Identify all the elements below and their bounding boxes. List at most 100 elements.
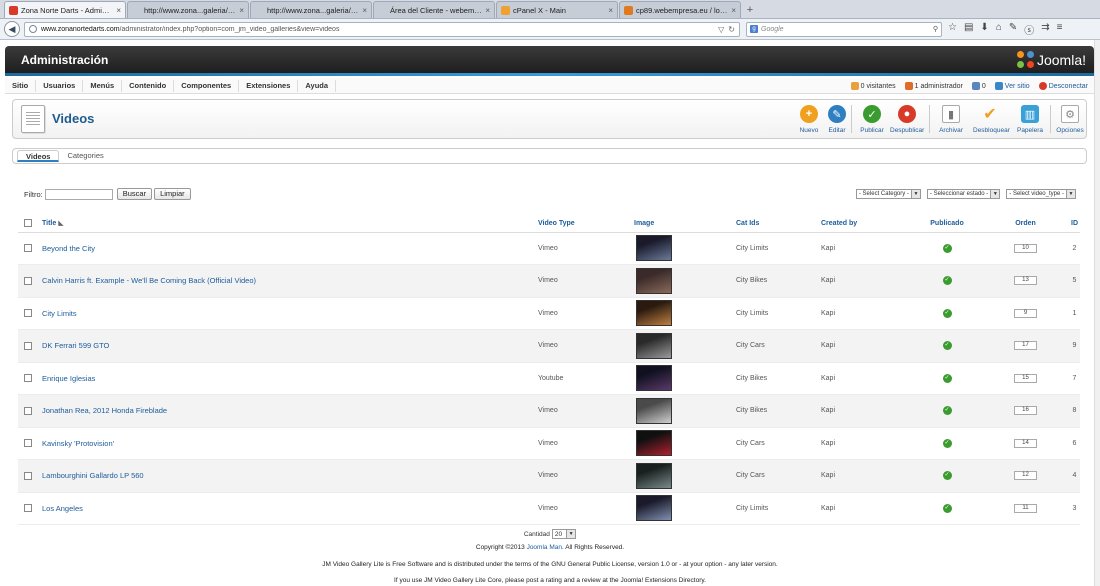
close-icon[interactable]: × — [116, 6, 121, 15]
page-scrollbar[interactable] — [1094, 40, 1100, 586]
video-title-link[interactable]: Lambourghini Gallardo LP 560 — [38, 459, 534, 493]
video-type-filter-select[interactable]: - Select video_type - ▼ — [1006, 189, 1076, 199]
menu-item-sitio[interactable]: Sitio — [5, 79, 37, 92]
ordering-input[interactable]: 12 — [1014, 471, 1037, 481]
papelera-button[interactable]: ▥ Papelera — [1013, 105, 1047, 134]
menu-item-contenido[interactable]: Contenido — [122, 79, 175, 92]
published-check-icon[interactable]: ✓ — [942, 243, 952, 253]
bookmark-star-icon[interactable]: ☆ — [948, 22, 957, 37]
close-icon[interactable]: × — [485, 6, 490, 15]
published-check-icon[interactable]: ✓ — [942, 471, 952, 481]
title-column-header[interactable]: Title ◣ — [38, 215, 534, 233]
browser-tab[interactable]: Zona Norte Darts - Admini... × — [4, 1, 126, 18]
row-checkbox[interactable] — [24, 341, 32, 350]
messages-status[interactable]: 0 — [971, 81, 986, 90]
browser-tab[interactable]: http://www.zona...galeria/videos× — [250, 1, 372, 18]
menu-item-ayuda[interactable]: Ayuda — [298, 79, 337, 92]
category-filter-select[interactable]: - Select Category - ▼ — [855, 189, 921, 199]
id-column-header[interactable]: ID — [1069, 215, 1080, 233]
bookmarks-list-icon[interactable]: ▤ — [964, 22, 973, 37]
published-column-header[interactable]: Publicado — [912, 215, 982, 233]
close-icon[interactable]: × — [239, 6, 244, 15]
new-tab-icon[interactable]: + — [742, 3, 758, 18]
menu-item-extensiones[interactable]: Extensiones — [239, 79, 299, 92]
row-checkbox[interactable] — [24, 309, 32, 318]
address-bar[interactable]: www.zonanortedarts.com/administrator/ind… — [24, 21, 740, 37]
row-checkbox[interactable] — [24, 471, 32, 480]
desbloquear-button[interactable]: ✔ Desbloquear — [973, 105, 1010, 134]
ordering-input[interactable]: 9 — [1014, 308, 1037, 318]
browser-tab[interactable]: cPanel X - Main × — [496, 1, 618, 18]
back-icon[interactable]: ◀ — [4, 21, 20, 37]
joomla-man-link[interactable]: Joomla Man — [527, 544, 562, 551]
published-check-icon[interactable]: ✓ — [942, 276, 952, 286]
limit-select[interactable]: 20 ▼ — [551, 529, 577, 539]
close-icon[interactable]: × — [362, 6, 367, 15]
video-title-link[interactable]: Los Angeles — [38, 492, 534, 525]
created-by-column-header[interactable]: Created by — [817, 215, 912, 233]
row-checkbox[interactable] — [24, 374, 32, 383]
published-check-icon[interactable]: ✓ — [942, 406, 952, 416]
search-bar[interactable]: g Google ⚲ — [746, 21, 942, 37]
video-title-link[interactable]: City Limits — [38, 297, 534, 330]
logout-link[interactable]: Desconectar — [1038, 81, 1088, 90]
published-check-icon[interactable]: ✓ — [942, 438, 952, 448]
editar-button[interactable]: ✎ Editar — [820, 105, 854, 134]
row-checkbox[interactable] — [24, 244, 32, 253]
video-title-link[interactable]: Kavinsky 'Protovision' — [38, 427, 534, 460]
video-title-link[interactable]: Calvin Harris ft. Example - We'll Be Com… — [38, 264, 534, 298]
home-icon[interactable]: ⌂ — [996, 22, 1002, 37]
skype-icon[interactable]: ⓢ — [1024, 22, 1034, 37]
archivar-button[interactable]: ▮ Archivar — [934, 105, 968, 134]
video-title-link[interactable]: DK Ferrari 599 GTO — [38, 329, 534, 363]
image-column-header[interactable]: Image — [630, 215, 732, 233]
clear-button[interactable]: Limpiar — [154, 188, 191, 200]
published-check-icon[interactable]: ✓ — [942, 341, 952, 351]
state-filter-select[interactable]: - Seleccionar estado - ▼ — [926, 189, 1001, 199]
menu-item-usuarios[interactable]: Usuarios — [36, 79, 84, 92]
video-title-link[interactable]: Enrique Iglesias — [38, 362, 534, 395]
published-check-icon[interactable]: ✓ — [942, 373, 952, 383]
ordering-input[interactable]: 11 — [1014, 503, 1037, 513]
browser-tab[interactable]: Área del Cliente - webempresa...× — [373, 1, 495, 18]
published-check-icon[interactable]: ✓ — [942, 503, 952, 513]
menu-item-menus[interactable]: Menús — [83, 79, 123, 92]
close-icon[interactable]: × — [731, 6, 736, 15]
row-checkbox[interactable] — [24, 504, 32, 513]
close-icon[interactable]: × — [608, 6, 613, 15]
row-checkbox[interactable] — [24, 276, 32, 285]
view-site-link[interactable]: Ver sitio — [994, 81, 1030, 90]
publicar-button[interactable]: ✓ Publicar — [855, 105, 889, 134]
tab-videos[interactable]: Videos — [17, 150, 60, 162]
ordering-input[interactable]: 17 — [1014, 341, 1037, 351]
ordering-input[interactable]: 10 — [1014, 243, 1037, 253]
row-checkbox[interactable] — [24, 439, 32, 448]
ordering-input[interactable]: 15 — [1014, 373, 1037, 383]
browser-tab[interactable]: cp89.webempresa.eu / loc... × — [619, 1, 741, 18]
filter-search-input[interactable] — [44, 188, 113, 200]
ordering-input[interactable]: 14 — [1014, 438, 1037, 448]
download-icon[interactable]: ⬇ — [980, 22, 988, 37]
reload-icon[interactable]: ↻ — [728, 25, 735, 34]
ordering-input[interactable]: 13 — [1014, 276, 1037, 286]
opciones-button[interactable]: ⚙ Opciones — [1053, 105, 1087, 134]
search-button[interactable]: Buscar — [116, 188, 153, 200]
select-all-checkbox[interactable] — [24, 219, 32, 228]
browser-tab[interactable]: http://www.zona...galeria/videos× — [127, 1, 249, 18]
video-title-link[interactable]: Beyond the City — [38, 232, 534, 265]
row-checkbox[interactable] — [24, 406, 32, 415]
published-check-icon[interactable]: ✓ — [942, 308, 952, 318]
despublicar-button[interactable]: ● Despublicar — [890, 105, 924, 134]
menu-icon[interactable]: ≡ — [1057, 22, 1063, 37]
extension-icon[interactable]: ⇉ — [1041, 22, 1049, 37]
video-title-link[interactable]: Jonathan Rea, 2012 Honda Fireblade — [38, 394, 534, 428]
ordering-column-header[interactable]: Orden — [982, 215, 1069, 233]
search-icon[interactable]: ⚲ — [933, 25, 938, 33]
dropdown-icon[interactable]: ▽ — [718, 25, 724, 34]
cat-ids-column-header[interactable]: Cat Ids — [732, 215, 817, 233]
ordering-input[interactable]: 16 — [1014, 406, 1037, 416]
addon-icon[interactable]: ✎ — [1009, 22, 1017, 37]
tab-categories[interactable]: Categories — [59, 150, 111, 162]
video-type-column-header[interactable]: Video Type — [534, 215, 630, 233]
menu-item-componentes[interactable]: Componentes — [174, 79, 240, 92]
